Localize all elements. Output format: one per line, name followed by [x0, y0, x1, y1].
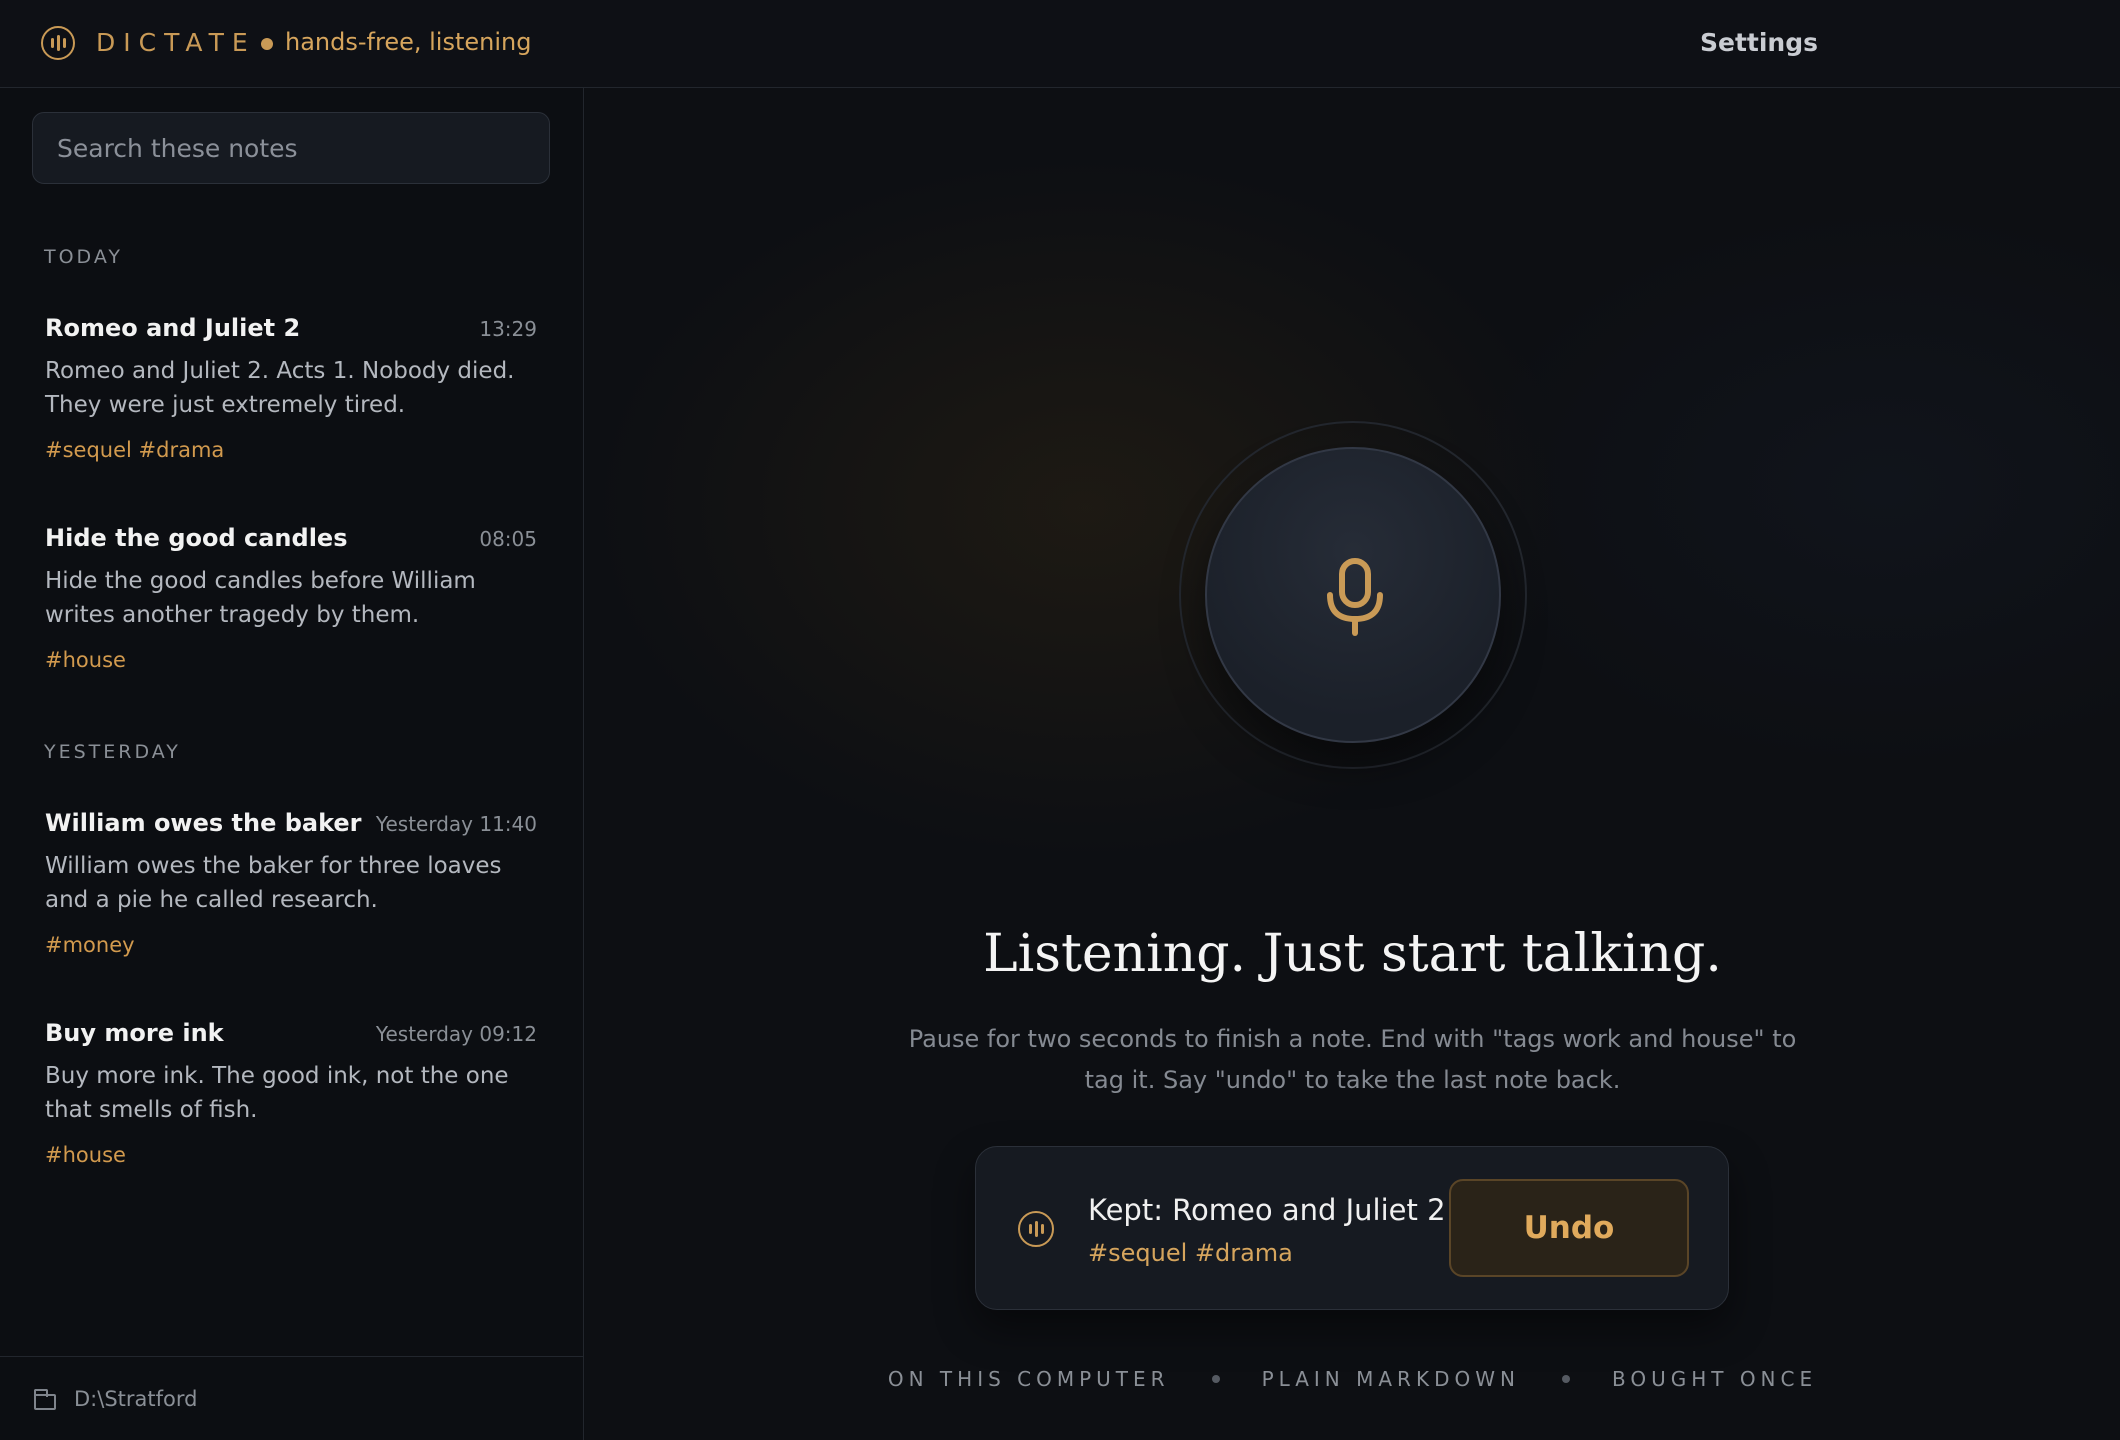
footer-item: PLAIN MARKDOWN: [1261, 1367, 1520, 1391]
folder-path[interactable]: D:\Stratford: [74, 1387, 197, 1411]
list-item[interactable]: Hide the good candles 08:05 Hide the goo…: [45, 524, 537, 684]
note-title: Hide the good candles: [45, 524, 348, 552]
app-brand: DICTATE: [96, 28, 256, 57]
mic-button[interactable]: [1205, 447, 1501, 743]
microphone-icon: [1327, 558, 1383, 636]
note-tags[interactable]: #house: [45, 1143, 126, 1167]
footer-item: BOUGHT ONCE: [1611, 1367, 1818, 1391]
folder-icon: [34, 1389, 56, 1410]
section-label-yesterday: YESTERDAY: [44, 741, 181, 763]
separator-dot-icon: [1211, 1375, 1220, 1383]
list-item[interactable]: Buy more ink Yesterday 09:12 Buy more in…: [45, 1019, 537, 1179]
toast-tags: #sequel #drama: [1088, 1239, 1293, 1267]
footer-item: ON THIS COMPUTER: [887, 1367, 1170, 1391]
waveform-icon: [1018, 1211, 1054, 1247]
toast-title: Kept: Romeo and Juliet 2: [1088, 1193, 1446, 1227]
note-body: Romeo and Juliet 2. Acts 1. Nobody died.…: [45, 358, 515, 418]
section-label-today: TODAY: [44, 246, 123, 268]
top-bar: DICTATE hands-free, listening Settings: [0, 0, 2120, 88]
search-input[interactable]: [32, 112, 550, 184]
note-time: 13:29: [479, 317, 537, 341]
note-tags[interactable]: #sequel #drama: [45, 438, 224, 462]
note-body: Buy more ink. The good ink, not the one …: [45, 1063, 509, 1123]
list-item[interactable]: Romeo and Juliet 2 13:29 Romeo and Julie…: [45, 314, 537, 474]
sidebar-footer: D:\Stratford: [0, 1356, 584, 1440]
note-title: Romeo and Juliet 2: [45, 314, 301, 342]
list-item[interactable]: William owes the baker Yesterday 11:40 W…: [45, 809, 537, 969]
settings-link[interactable]: Settings: [1700, 28, 1818, 57]
status-dot-icon: [261, 38, 273, 50]
instructions-text: Pause for two seconds to finish a note. …: [908, 1025, 1797, 1094]
note-tags[interactable]: #money: [45, 933, 135, 957]
note-tags[interactable]: #house: [45, 648, 126, 672]
note-body: Hide the good candles before William wri…: [45, 568, 476, 628]
note-time: Yesterday 11:40: [375, 812, 537, 836]
note-body: William owes the baker for three loaves …: [45, 853, 502, 913]
waveform-logo-icon: [41, 26, 75, 60]
note-time: Yesterday 09:12: [375, 1022, 537, 1046]
separator-dot-icon: [1561, 1375, 1570, 1383]
sidebar: TODAY Romeo and Juliet 2 13:29 Romeo and…: [0, 88, 584, 1440]
note-title: Buy more ink: [45, 1019, 224, 1047]
listening-status: hands-free, listening: [285, 28, 532, 56]
feature-footer: ON THIS COMPUTER PLAIN MARKDOWN BOUGHT O…: [585, 1364, 2120, 1394]
note-time: 08:05: [479, 527, 537, 551]
listening-headline: Listening. Just start talking.: [983, 924, 1722, 984]
undo-button[interactable]: Undo: [1449, 1179, 1689, 1277]
kept-note-toast: Kept: Romeo and Juliet 2 #sequel #drama …: [975, 1146, 1729, 1310]
note-title: William owes the baker: [45, 809, 362, 837]
